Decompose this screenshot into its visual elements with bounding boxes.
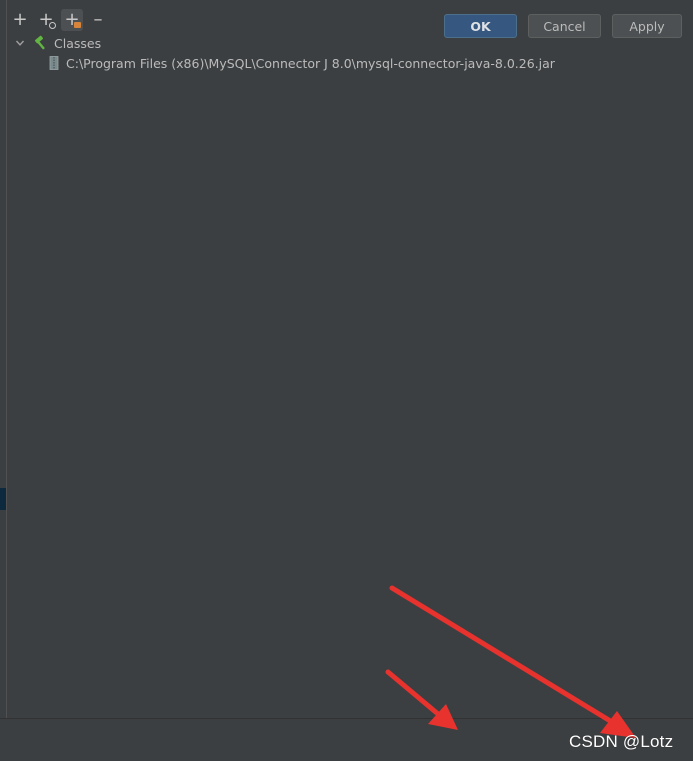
tree-node-classes[interactable]: Classes (13, 33, 101, 53)
left-pane-edge (0, 0, 7, 718)
jar-path-label: C:\Program Files (x86)\MySQL\Connector J… (66, 55, 555, 71)
tree-item-jar[interactable]: C:\Program Files (x86)\MySQL\Connector J… (49, 53, 555, 73)
apply-button[interactable]: Apply (612, 14, 682, 38)
remove-button[interactable]: – (87, 9, 109, 31)
attach-badge-icon (49, 22, 56, 29)
plus-icon: + (12, 9, 28, 30)
cancel-button[interactable]: Cancel (528, 14, 601, 38)
add-button[interactable]: + (9, 9, 31, 31)
minus-icon: – (93, 9, 103, 30)
ok-button[interactable]: OK (444, 14, 517, 38)
left-pane-selection (0, 488, 6, 510)
watermark: CSDN @Lotz (569, 732, 674, 751)
library-roots-tree: Classes C:\Program Files (x86)\MySQL\Con… (7, 32, 693, 718)
library-badge-icon (74, 22, 81, 28)
add-root-button[interactable]: + (35, 9, 57, 31)
chevron-down-icon[interactable] (13, 36, 27, 50)
jar-icon (49, 56, 59, 70)
tree-node-label: Classes (54, 35, 102, 51)
hammer-icon (34, 35, 45, 50)
add-library-button[interactable]: + (61, 9, 83, 31)
